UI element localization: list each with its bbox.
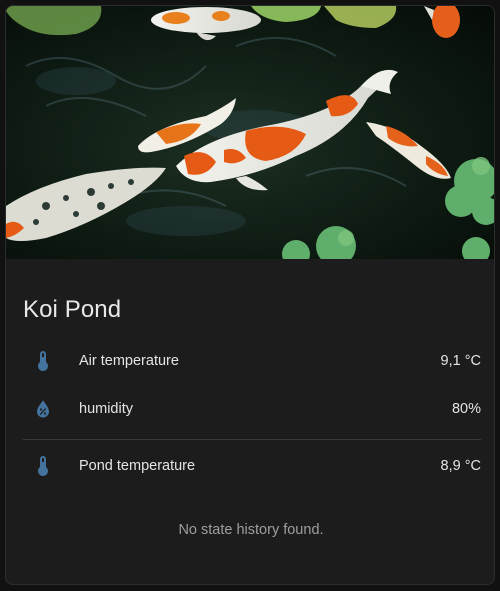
entity-label: Air temperature bbox=[79, 353, 179, 369]
entity-value: 9,1 °C bbox=[440, 353, 481, 369]
entity-row-air-temperature[interactable]: Air temperature 9,1 °C bbox=[23, 341, 481, 381]
thermometer-icon bbox=[23, 341, 63, 381]
entity-label: humidity bbox=[79, 401, 133, 417]
entities-card: Koi Pond Air temperature 9,1 °C humidity… bbox=[5, 5, 495, 585]
water-percent-icon bbox=[23, 389, 63, 429]
entity-label: Pond temperature bbox=[79, 458, 196, 474]
card-title: Koi Pond bbox=[23, 296, 122, 323]
entity-row-pond-temperature[interactable]: Pond temperature 8,9 °C bbox=[23, 446, 481, 486]
koi-pond-image bbox=[6, 6, 494, 259]
thermometer-icon bbox=[23, 446, 63, 486]
divider bbox=[23, 439, 481, 440]
entity-value: 80% bbox=[451, 401, 481, 417]
entity-value: 8,9 °C bbox=[440, 458, 481, 474]
entity-row-humidity[interactable]: humidity 80% bbox=[23, 389, 481, 429]
history-empty-message: No state history found. bbox=[178, 522, 324, 538]
